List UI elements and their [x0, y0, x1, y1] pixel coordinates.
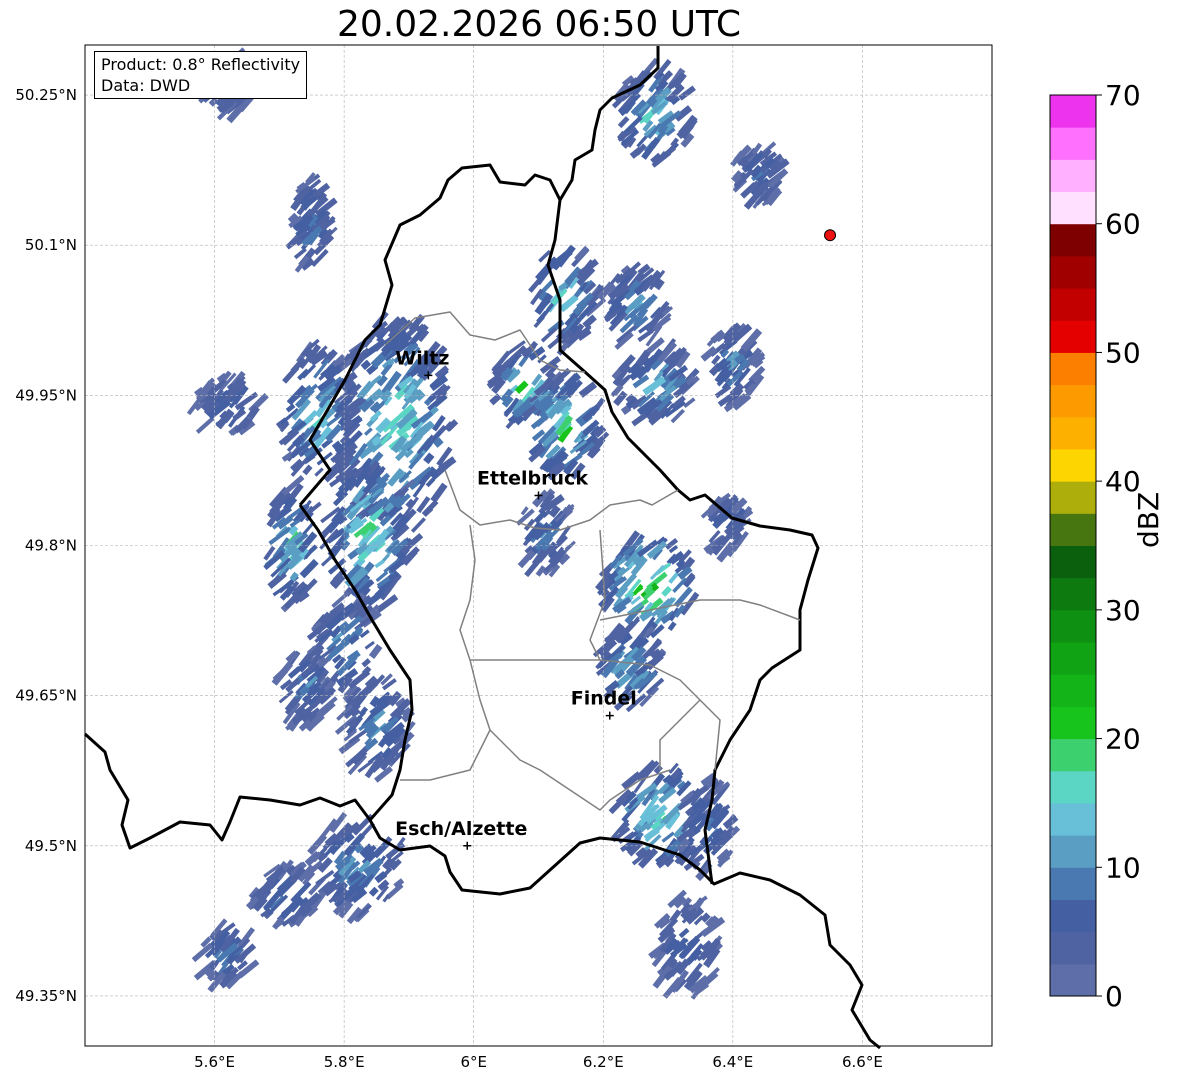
echo-pixel [302, 464, 313, 476]
echo-pixel [314, 467, 324, 477]
colorbar-segment [1050, 642, 1096, 675]
germany-belgium-border [558, 46, 660, 201]
echo-pixel [361, 658, 371, 668]
colorbar-segment [1050, 577, 1096, 611]
echo-pixel [668, 571, 680, 584]
colorbar-segment [1050, 770, 1096, 804]
colorbar-unit-label: dBZ [1132, 491, 1165, 548]
graticule: 50.25°N 50.1°N 49.95°N 49.8°N 49.65°N 49.5°N 4… [15, 45, 992, 1071]
echo-pixel [430, 482, 448, 504]
colorbar-segment [1050, 481, 1096, 514]
colorbar-segment [1050, 384, 1096, 418]
luxembourg-border [83, 732, 881, 1050]
echo-pixel [678, 927, 690, 939]
colorbar-segment [1050, 448, 1096, 482]
colorbar-tick-label: 10 [1105, 851, 1141, 884]
lat-tick-label: 49.95°N [15, 386, 77, 404]
echo-pixel [368, 886, 379, 897]
colorbar-tick-label: 50 [1105, 336, 1141, 369]
colorbar-segment [1050, 191, 1096, 225]
lon-tick-label: 6.4°E [712, 1053, 753, 1071]
data-source-label: Data: DWD [101, 76, 191, 95]
lon-tick-label: 6.6°E [842, 1053, 883, 1071]
colorbar-segment [1050, 95, 1096, 128]
colorbar-segment [1050, 706, 1096, 740]
radar-map: 50.25°N 50.1°N 49.95°N 49.8°N 49.65°N 49.5°N 4… [15, 44, 1141, 1071]
echo-pixel [574, 245, 590, 262]
echo-pixel [563, 540, 576, 553]
lon-tick-label: 5.8°E [324, 1053, 365, 1071]
lat-tick-label: 50.1°N [25, 236, 77, 254]
echo-cell [334, 673, 416, 783]
lat-tick-label: 49.65°N [15, 687, 77, 705]
city-marker [463, 841, 472, 850]
colorbar-segment [1050, 416, 1096, 450]
colorbar-tick-label: 70 [1105, 79, 1141, 112]
colorbar-segment [1050, 963, 1096, 997]
product-info-box: Product: 0.8° Reflectivity Data: DWD [94, 51, 308, 99]
colorbar-segment [1050, 320, 1096, 353]
colorbar-segment [1050, 255, 1096, 289]
echo-cell [611, 57, 698, 168]
lon-tick-label: 5.6°E [194, 1053, 235, 1071]
echo-cell [596, 261, 674, 350]
echo-pixel [364, 640, 375, 650]
colorbar-segment [1050, 223, 1096, 257]
colorbar: 010203040506070 [1049, 79, 1141, 1013]
colorbar-segment [1050, 835, 1096, 868]
echo-cell [301, 812, 406, 925]
echo-pixel [667, 621, 677, 632]
colorbar-segment [1050, 899, 1096, 933]
city-label: Findel [571, 688, 637, 710]
echo-cell [263, 475, 322, 613]
product-label: Product: 0.8° Reflectivity [101, 55, 301, 74]
echo-pixel [410, 517, 426, 533]
city-label: Esch/Alzette [395, 818, 527, 840]
echo-pixel [374, 559, 385, 569]
colorbar-segment [1050, 127, 1096, 160]
lat-tick-label: 50.25°N [15, 86, 77, 104]
colorbar-segment [1050, 867, 1096, 900]
echo-cell [285, 172, 338, 273]
echo-pixel [661, 585, 672, 597]
city-label: Ettelbruck [477, 467, 588, 489]
colorbar-segment [1050, 545, 1096, 579]
echo-cell [610, 337, 700, 427]
echo-pixel [643, 293, 658, 309]
echo-pixel [299, 558, 319, 579]
echo-pixel [364, 427, 373, 436]
echo-pixel [617, 116, 630, 129]
colorbar-segment [1050, 513, 1096, 546]
lon-tick-label: 6.2°E [583, 1053, 624, 1071]
colorbar-segment [1050, 159, 1096, 193]
colorbar-tick-label: 0 [1105, 980, 1123, 1013]
city-label: Wiltz [395, 347, 449, 369]
city-marker [605, 711, 614, 720]
colorbar-segment [1050, 931, 1096, 965]
colorbar-segment [1050, 674, 1096, 707]
lon-tick-label: 6°E [460, 1053, 487, 1071]
colorbar-segment [1050, 288, 1096, 321]
lat-tick-label: 49.35°N [15, 987, 77, 1005]
colorbar-segment [1050, 609, 1096, 643]
colorbar-segment [1050, 802, 1096, 836]
colorbar-tick-label: 60 [1105, 208, 1141, 241]
radar-site-marker [824, 229, 837, 242]
lat-tick-label: 49.5°N [25, 837, 77, 855]
colorbar-segment [1050, 738, 1096, 772]
echo-pixel [423, 452, 435, 465]
echo-cell [595, 530, 700, 642]
colorbar-tick-label: 20 [1105, 723, 1141, 756]
colorbar-segment [1050, 352, 1096, 386]
lat-tick-label: 49.8°N [25, 537, 77, 555]
colorbar-tick-label: 30 [1105, 594, 1141, 627]
echo-cell [186, 370, 269, 436]
echo-cell [648, 889, 726, 1000]
echo-cell [730, 141, 790, 210]
echo-cell [516, 488, 576, 578]
echo-cell [528, 244, 608, 356]
echo-cell [191, 918, 260, 993]
echo-cell [700, 492, 754, 563]
